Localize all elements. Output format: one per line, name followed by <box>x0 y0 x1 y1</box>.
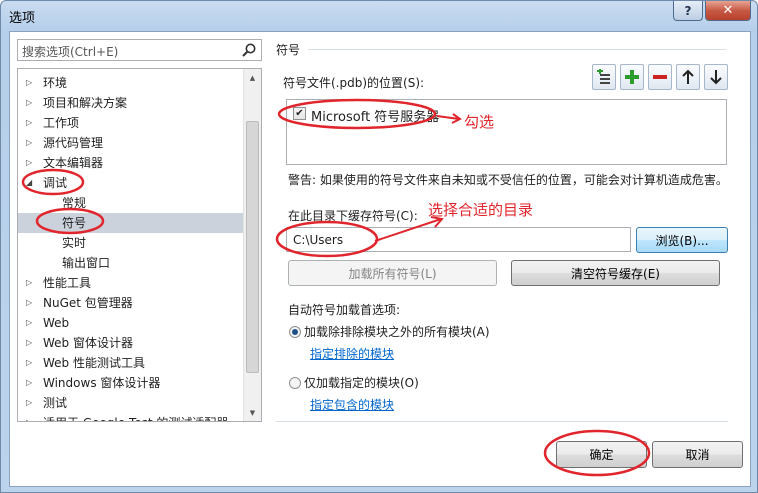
tree-item[interactable]: ▷ Web <box>18 313 243 333</box>
tree-item[interactable]: ▷ 项目和解决方案 <box>18 93 243 113</box>
tree-item-label: 适用于 Google Test 的测试适配器 <box>43 413 228 421</box>
tree-item-label: 工作项 <box>43 116 80 130</box>
options-dialog: 选项 ? ✕ 搜索选项(Ctrl+E) ▷ 环境 ▷ 项目和解决方案 ▷ 工作项 ▷ 源代码管… <box>0 0 758 493</box>
tree-item[interactable]: ▷ 性能工具 <box>18 273 243 293</box>
tree-item[interactable]: 常规 <box>18 193 243 213</box>
scroll-thumb[interactable] <box>246 121 259 373</box>
load-all-except-excluded-radio[interactable] <box>289 326 301 338</box>
tree-item[interactable]: ▷ 环境 <box>18 73 243 93</box>
cache-dir-value: C:\Users <box>293 233 344 247</box>
auto-load-label: 自动符号加载首选项: <box>288 303 401 317</box>
remove-button[interactable] <box>648 64 672 90</box>
section-divider <box>308 49 726 50</box>
tree-item-label: NuGet 包管理器 <box>43 296 133 310</box>
add-location-icon <box>597 69 610 84</box>
section-title: 符号 <box>276 43 301 57</box>
load-only-specified-radio[interactable] <box>289 377 301 389</box>
collapsed-arrow-icon[interactable]: ▷ <box>26 153 32 173</box>
move-up-icon <box>682 69 694 84</box>
browse-button[interactable]: 浏览(B)... <box>636 227 728 253</box>
tree-item-label: 性能工具 <box>43 276 92 290</box>
tree-item[interactable]: 实时 <box>18 233 243 253</box>
annotation-text-directory: 选择合适的目录 <box>428 201 534 219</box>
tree-item-label: 符号 <box>62 216 87 230</box>
microsoft-symbol-server-checkbox[interactable]: ✔ <box>293 107 306 120</box>
load-only-specified-label[interactable]: 仅加载指定的模块(O) <box>304 374 419 391</box>
locations-label: 符号文件(.pdb)的位置(S): <box>283 76 425 90</box>
load-all-except-excluded-label[interactable]: 加载除排除模块之外的所有模块(A) <box>304 323 490 340</box>
collapsed-arrow-icon[interactable]: ▷ <box>26 333 32 353</box>
annotation-text-check: 勾选 <box>464 113 495 131</box>
microsoft-symbol-server-label: Microsoft 符号服务器 <box>311 110 440 125</box>
move-down-button[interactable] <box>704 64 728 90</box>
add-location-button[interactable] <box>592 64 616 90</box>
remove-icon <box>653 75 667 79</box>
tree-item-label: 项目和解决方案 <box>43 96 128 110</box>
collapsed-arrow-icon[interactable]: ▷ <box>26 73 32 93</box>
tree-item-label: Web 窗体设计器 <box>43 336 133 350</box>
load-all-symbols-button[interactable]: 加载所有符号(L) <box>288 260 497 286</box>
collapsed-arrow-icon[interactable]: ▷ <box>26 113 32 133</box>
specify-included-link[interactable]: 指定包含的模块 <box>310 396 394 413</box>
tree-item[interactable]: ▷ 文本编辑器 <box>18 153 243 173</box>
tree-item[interactable]: ▷ 测试 <box>18 393 243 413</box>
search-input[interactable]: 搜索选项(Ctrl+E) <box>17 39 262 61</box>
tree-item[interactable]: ◢ 调试 <box>18 173 243 193</box>
tree-item[interactable]: ▷ Web 窗体设计器 <box>18 333 243 353</box>
tree-item[interactable]: ▷ Web 性能测试工具 <box>18 353 243 373</box>
close-button[interactable]: ✕ <box>705 1 751 21</box>
search-icon[interactable] <box>241 42 257 58</box>
collapsed-arrow-icon[interactable]: ▷ <box>26 293 32 313</box>
collapsed-arrow-icon[interactable]: ▷ <box>26 353 32 373</box>
tree-item[interactable]: ▷ Windows 窗体设计器 <box>18 373 243 393</box>
search-placeholder: 搜索选项(Ctrl+E) <box>22 45 119 59</box>
ok-button[interactable]: 确定 <box>556 441 647 468</box>
cache-dir-label: 在此目录下缓存符号(C): <box>288 209 418 223</box>
collapsed-arrow-icon[interactable]: ▷ <box>26 393 32 413</box>
warning-text: 警告: 如果使用的符号文件来自未知或不受信任的位置，可能会对计算机造成危害。 <box>288 173 728 187</box>
tree-item-label: 测试 <box>43 396 68 410</box>
collapsed-arrow-icon[interactable]: ▷ <box>26 373 32 393</box>
tree-item[interactable]: ▷ 源代码管理 <box>18 133 243 153</box>
tree-item-label: 输出窗口 <box>62 256 111 270</box>
specify-excluded-link[interactable]: 指定排除的模块 <box>310 345 394 362</box>
clear-symbol-cache-button[interactable]: 清空符号缓存(E) <box>511 260 720 286</box>
scroll-down-icon[interactable]: ▼ <box>244 404 261 421</box>
footer-divider <box>276 421 728 422</box>
cache-dir-input[interactable]: C:\Users <box>286 227 631 252</box>
scroll-up-icon[interactable]: ▲ <box>244 69 261 86</box>
tree-item[interactable]: ▷ 工作项 <box>18 113 243 133</box>
help-button[interactable]: ? <box>673 1 703 21</box>
title-bar: 选项 ? ✕ <box>1 1 757 31</box>
tree-item-label: Windows 窗体设计器 <box>43 376 161 390</box>
tree-scrollbar[interactable]: ▲ ▼ <box>243 69 261 421</box>
collapsed-arrow-icon[interactable]: ▷ <box>26 133 32 153</box>
tree-item[interactable]: ▷ NuGet 包管理器 <box>18 293 243 313</box>
tree-item-label: Web 性能测试工具 <box>43 356 145 370</box>
move-down-icon <box>710 70 722 85</box>
tree-item-label: 源代码管理 <box>43 136 104 150</box>
tree-item-label: 调试 <box>43 176 68 190</box>
collapsed-arrow-icon[interactable]: ▷ <box>26 313 32 333</box>
collapsed-arrow-icon[interactable]: ▷ <box>26 93 32 113</box>
tree-item[interactable]: ▷ 适用于 Google Test 的测试适配器 <box>18 413 243 421</box>
tree-item[interactable]: 符号 <box>18 213 243 233</box>
tree-item-label: 实时 <box>62 236 87 250</box>
add-icon <box>625 70 639 84</box>
move-up-button[interactable] <box>676 64 700 90</box>
window-title: 选项 <box>9 11 36 26</box>
collapsed-arrow-icon[interactable]: ▷ <box>26 413 32 421</box>
tree-item-label: 文本编辑器 <box>43 156 104 170</box>
options-tree: ▷ 环境 ▷ 项目和解决方案 ▷ 工作项 ▷ 源代码管理 ▷ 文本编辑器 ◢ 调试常规符号实时输出窗口… <box>17 68 262 422</box>
dialog-client: 搜索选项(Ctrl+E) ▷ 环境 ▷ 项目和解决方案 ▷ 工作项 ▷ 源代码管理 ▷ 文本编辑器… <box>9 31 751 487</box>
tree-item-label: Web <box>43 316 70 330</box>
add-button[interactable] <box>620 64 644 90</box>
tree-item-label: 常规 <box>62 196 87 210</box>
tree-item-label: 环境 <box>43 76 68 90</box>
cancel-button[interactable]: 取消 <box>652 441 743 468</box>
collapsed-arrow-icon[interactable]: ▷ <box>26 273 32 293</box>
expanded-arrow-icon[interactable]: ◢ <box>26 173 32 193</box>
tree-item[interactable]: 输出窗口 <box>18 253 243 273</box>
symbol-locations-list[interactable]: ✔ Microsoft 符号服务器 <box>286 99 727 165</box>
